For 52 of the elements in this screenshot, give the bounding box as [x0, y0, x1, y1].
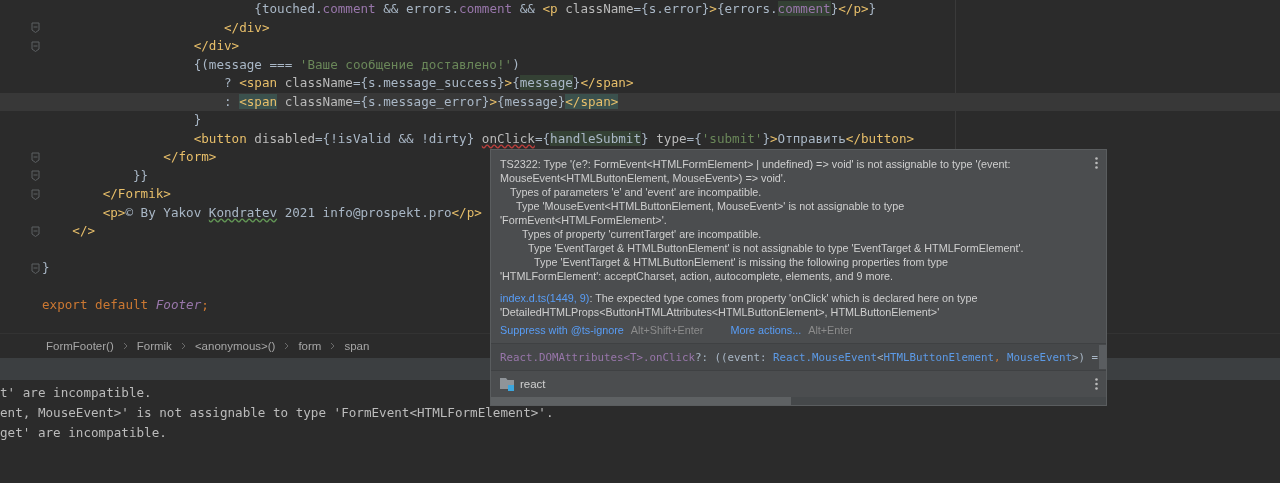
code-line: </form> — [163, 149, 217, 166]
code-line: } — [193, 112, 202, 129]
chevron-icon — [122, 342, 128, 350]
error-message-line: Types of parameters 'e' and 'event' are incompatible. — [509, 185, 763, 199]
fold-icon[interactable] — [31, 262, 40, 274]
code-line: {touched.comment && errors.comment && <p className={s.error}>{errors.comment}</p>} — [254, 1, 877, 18]
console-line: t' are incompatible. — [0, 384, 152, 402]
breadcrumb-item[interactable]: FormFooter() — [46, 340, 114, 352]
breadcrumb-item[interactable]: span — [344, 340, 370, 352]
code-line: </Formik> — [102, 186, 171, 203]
code-line: }} — [133, 167, 149, 184]
shortcut-hint: Alt+Enter — [808, 324, 853, 336]
fold-icon[interactable] — [31, 170, 40, 182]
scrollbar-thumb[interactable] — [1099, 345, 1106, 369]
module-name: react — [520, 378, 546, 390]
more-options-icon[interactable] — [1095, 157, 1098, 169]
chevron-icon — [284, 342, 290, 350]
scrollbar-thumb[interactable] — [491, 397, 791, 405]
breadcrumb-item[interactable]: <anonymous>() — [194, 340, 276, 352]
fold-icon[interactable] — [31, 151, 40, 163]
code-line: ? <span className={s.message_success}>{message}</span> — [224, 75, 634, 92]
error-message-line: Type 'EventTarget & HTMLButtonElement' is missing the following properties from type 'HTMLFormElement': acceptCharset, action, autocomplete, elements, and 9 more. — [500, 255, 949, 283]
action-link[interactable]: More actions... — [730, 324, 802, 336]
code-line: } — [42, 260, 50, 277]
code-line: </div> — [193, 38, 240, 55]
more-options-icon[interactable] — [1095, 378, 1098, 390]
declaration-hint: index.d.ts(1449, 9): The expected type comes from property 'onClick' which is declared here on type 'DetailedHTMLProps<ButtonHTMLAttributes<HTMLButtonElement>, HTMLButtonElement>' — [499, 291, 979, 319]
code-line: export default Footer; — [42, 297, 209, 314]
code-line: </div> — [224, 19, 270, 36]
console-line: ent, MouseEvent>' is not assignable to type 'FormEvent<HTMLFormElement>'. — [0, 404, 554, 422]
shortcut-hint: Alt+Shift+Enter — [630, 324, 704, 336]
fold-icon[interactable] — [31, 188, 40, 200]
console-line: get' are incompatible. — [0, 424, 167, 442]
error-message-line: Types of property 'currentTarget' are incompatible. — [521, 227, 763, 241]
action-link[interactable]: Suppress with @ts-ignore — [500, 324, 624, 336]
breadcrumb-item[interactable]: form — [298, 340, 322, 352]
error-message-line: TS2322: Type '(e?: FormEvent<HTMLFormElement> | undefined) => void' is not assignable to type '(event: MouseEvent<HTMLButtonElement, MouseEvent>) => void'. — [500, 157, 1012, 185]
error-message-line: Type 'EventTarget & HTMLButtonElement' is not assignable to type 'EventTarget & HTMLFormElement'. — [527, 241, 1025, 255]
code-line: <button disabled={!isValid && !dirty} onClick={handleSubmit} type={'submit'}>Отправить</button> — [193, 130, 915, 147]
breadcrumb-item[interactable]: Formik — [136, 340, 172, 352]
code-line: {(message === 'Ваше сообщение доставлено!') — [193, 56, 520, 73]
signature-line: React.DOMAttributes<T>.onClick?: ((event: React.MouseEvent<HTMLButtonElement, MouseEvent>) = — [500, 350, 1099, 364]
error-message-line: Type 'MouseEvent<HTMLButtonElement, MouseEvent>' is not assignable to type 'FormEvent<HTMLFormElement>'. — [500, 199, 906, 227]
code-line: : <span className={s.message_error}>{message}</span> — [224, 93, 619, 110]
folder-icon — [500, 377, 516, 391]
chevron-icon — [180, 342, 186, 350]
fold-icon[interactable] — [31, 40, 40, 52]
code-line: <p>© By Yakov Kondratev 2021 info@prospekt.pro</p> — [102, 204, 482, 221]
chevron-icon — [330, 342, 336, 350]
fold-icon[interactable] — [31, 225, 40, 237]
fold-icon[interactable] — [31, 22, 40, 34]
code-line: </> — [72, 223, 96, 240]
